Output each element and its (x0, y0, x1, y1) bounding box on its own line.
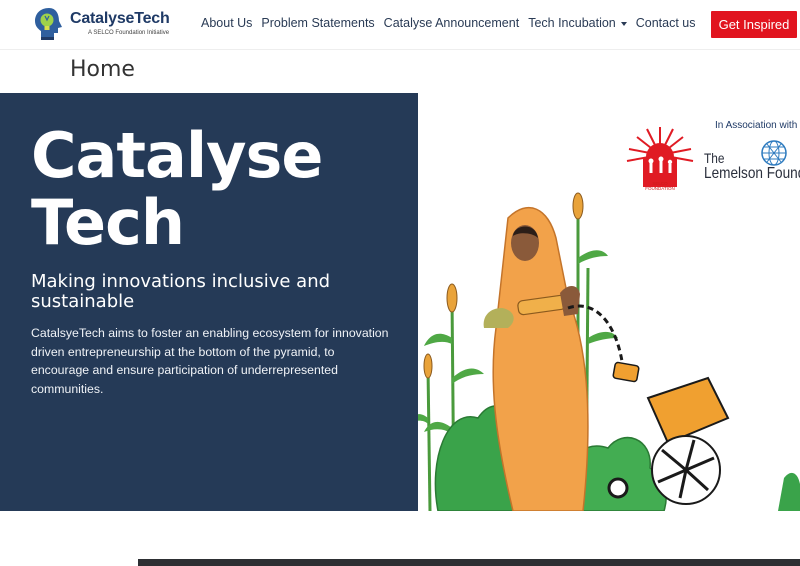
woman-farmer-illustration (418, 192, 800, 511)
get-inspired-button[interactable]: Get Inspired (711, 11, 797, 38)
lemelson-foundation-logo: The Lemelson Foundation (704, 150, 800, 182)
hero-heading-line1: Catalyse (31, 119, 323, 192)
hero-subheading: Making innovations inclusive and sustain… (31, 271, 331, 312)
hero-illustration: In Association with SELCO FOUNDATION The… (418, 93, 800, 511)
lightbulb-head-logo-icon (35, 8, 62, 40)
hero-heading: Catalyse Tech (31, 122, 411, 256)
brand-tagline: A SELCO Foundation Initiative (88, 30, 170, 36)
main-nav: About Us Problem Statements Catalyse Ann… (201, 16, 705, 30)
hero-description: CatalsyeTech aims to foster an enabling … (31, 326, 389, 396)
association-label: In Association with (715, 120, 798, 131)
nav-contact-us[interactable]: Contact us (636, 16, 696, 30)
nav-problem-statements[interactable]: Problem Statements (261, 16, 374, 30)
brand-name: CatalyseTech (70, 10, 170, 27)
chevron-down-icon (620, 21, 627, 26)
nav-tech-incubation-label: Tech Incubation (528, 16, 616, 30)
nav-tech-incubation[interactable]: Tech Incubation (528, 16, 627, 30)
nav-about-us[interactable]: About Us (201, 16, 252, 30)
nav-catalyse-announcement[interactable]: Catalyse Announcement (384, 16, 520, 30)
lemelson-line2: Lemelson Foundation (704, 165, 800, 182)
video-thumbnail[interactable] (138, 559, 800, 566)
brand-logo[interactable]: CatalyseTech A SELCO Foundation Initiati… (32, 6, 172, 44)
navbar: CatalyseTech A SELCO Foundation Initiati… (0, 0, 800, 50)
page-title: Home (70, 57, 135, 82)
hero-heading-line2: Tech (31, 186, 185, 259)
lemelson-line1: The (704, 150, 725, 166)
